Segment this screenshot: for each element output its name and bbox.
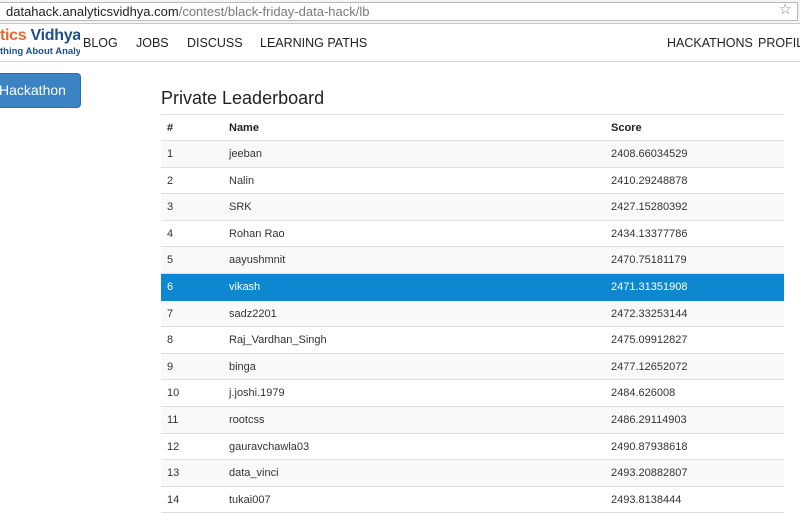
table-row[interactable]: 13 data_vinci 2493.20882807 — [161, 460, 784, 487]
nav-profile[interactable]: PROFILE — [758, 36, 800, 50]
table-header-row: # Name Score — [161, 115, 784, 141]
name-cell: rootcss — [229, 413, 265, 426]
logo-tagline: thing About Analytics — [0, 46, 80, 57]
score-cell: 2434.13377786 — [611, 227, 688, 240]
score-cell: 2410.29248878 — [611, 174, 688, 187]
column-header-rank: # — [167, 122, 174, 134]
score-cell: 2470.75181179 — [611, 254, 687, 267]
rank-cell: 12 — [167, 440, 180, 453]
nav-jobs[interactable]: JOBS — [136, 36, 169, 50]
url-host: datahack.analyticsvidhya.com — [6, 4, 179, 19]
nav-learning-paths[interactable]: LEARNING PATHS — [260, 36, 367, 50]
nav-blog[interactable]: BLOG — [83, 36, 118, 50]
table-row[interactable]: 12 gauravchawla03 2490.87938618 — [161, 433, 784, 461]
rank-cell: 1 — [167, 148, 174, 160]
name-cell: Rohan Rao — [229, 227, 285, 240]
table-row[interactable]: 4 Rohan Rao 2434.13377786 — [161, 220, 784, 248]
rank-cell: 11 — [167, 413, 179, 426]
rank-cell: 2 — [167, 174, 174, 187]
table-row[interactable]: 9 binga 2477.12652072 — [161, 353, 784, 381]
table-row[interactable]: 2 Nalin 2410.29248878 — [161, 167, 784, 195]
table-row[interactable]: 7 sadz2201 2472.33253144 — [161, 300, 784, 328]
score-cell: 2477.12652072 — [611, 360, 688, 373]
hackathon-button-label: Hackathon — [0, 82, 66, 98]
name-cell: binga — [229, 360, 256, 373]
rank-cell: 5 — [167, 254, 174, 267]
name-cell: vikash — [229, 280, 261, 293]
table-row[interactable]: 5 aayushmnit 2470.75181179 — [161, 247, 784, 274]
rank-cell: 3 — [167, 201, 174, 214]
name-cell: jeeban — [229, 148, 263, 160]
leaderboard-table: # Name Score 1 jeeban 2408.66034529 2 Nalin 2… — [161, 114, 784, 513]
score-cell: 2490.87938618 — [611, 440, 688, 453]
name-cell: Nalin — [229, 174, 255, 187]
score-cell: 2408.66034529 — [611, 148, 688, 160]
score-cell: 2484.626008 — [611, 387, 676, 400]
logo-part2: Vidhya — [30, 27, 80, 44]
nav-discuss[interactable]: DISCUSS — [187, 36, 243, 50]
site-navbar: tics Vidhya thing About Analytics BLOG J… — [0, 25, 800, 62]
score-cell: 2486.29114903 — [611, 413, 687, 426]
bookmark-star-icon[interactable]: ☆ — [779, 1, 792, 18]
nav-hackathons[interactable]: HACKATHONS — [667, 36, 753, 50]
name-cell: Raj_Vardhan_Singh — [229, 334, 327, 347]
name-cell: SRK — [229, 201, 252, 214]
table-row[interactable]: 1 jeeban 2408.66034529 — [161, 141, 784, 168]
table-row[interactable]: 6 vikash 2471.31351908 — [161, 273, 784, 301]
hackathon-button[interactable]: Hackathon — [0, 73, 81, 108]
page-title: Private Leaderboard — [161, 88, 325, 108]
table-row[interactable]: 11 rootcss 2486.29114903 — [161, 406, 784, 434]
score-cell: 2475.09912827 — [611, 334, 688, 347]
score-cell: 2471.31351908 — [611, 280, 688, 293]
logo-part1: tics — [0, 27, 31, 44]
score-cell: 2493.20882807 — [611, 467, 688, 480]
url-path: /contest/black-friday-data-hack/lb — [178, 4, 370, 19]
name-cell: sadz2201 — [229, 307, 277, 320]
rank-cell: 14 — [167, 493, 180, 506]
rank-cell: 6 — [167, 280, 174, 293]
site-logo[interactable]: tics Vidhya thing About Analytics — [0, 27, 80, 61]
logo-wordmark: tics Vidhya — [0, 27, 80, 45]
score-cell: 2427.15280392 — [611, 201, 688, 214]
rank-cell: 7 — [167, 307, 174, 320]
browser-address-bar: datahack.analyticsvidhya.com/contest/bla… — [0, 0, 800, 24]
name-cell: tukai007 — [229, 493, 271, 506]
score-cell: 2472.33253144 — [611, 307, 688, 320]
rank-cell: 10 — [167, 387, 180, 400]
name-cell: j.joshi.1979 — [229, 387, 285, 400]
url-field[interactable]: datahack.analyticsvidhya.com/contest/bla… — [0, 2, 798, 21]
rank-cell: 8 — [167, 334, 174, 347]
name-cell: data_vinci — [229, 467, 279, 480]
rank-cell: 4 — [167, 227, 174, 240]
table-row[interactable]: 14 tukai007 2493.8138444 — [161, 486, 784, 513]
table-row[interactable]: 3 SRK 2427.15280392 — [161, 194, 784, 221]
rank-cell: 13 — [167, 467, 180, 480]
name-cell: aayushmnit — [229, 254, 286, 267]
column-header-score: Score — [611, 122, 642, 134]
name-cell: gauravchawla03 — [229, 440, 310, 453]
table-row[interactable]: 8 Raj_Vardhan_Singh 2475.09912827 — [161, 327, 784, 354]
column-header-name: Name — [229, 122, 259, 134]
score-cell: 2493.8138444 — [611, 493, 682, 506]
table-row[interactable]: 10 j.joshi.1979 2484.626008 — [161, 380, 784, 407]
rank-cell: 9 — [167, 360, 174, 373]
